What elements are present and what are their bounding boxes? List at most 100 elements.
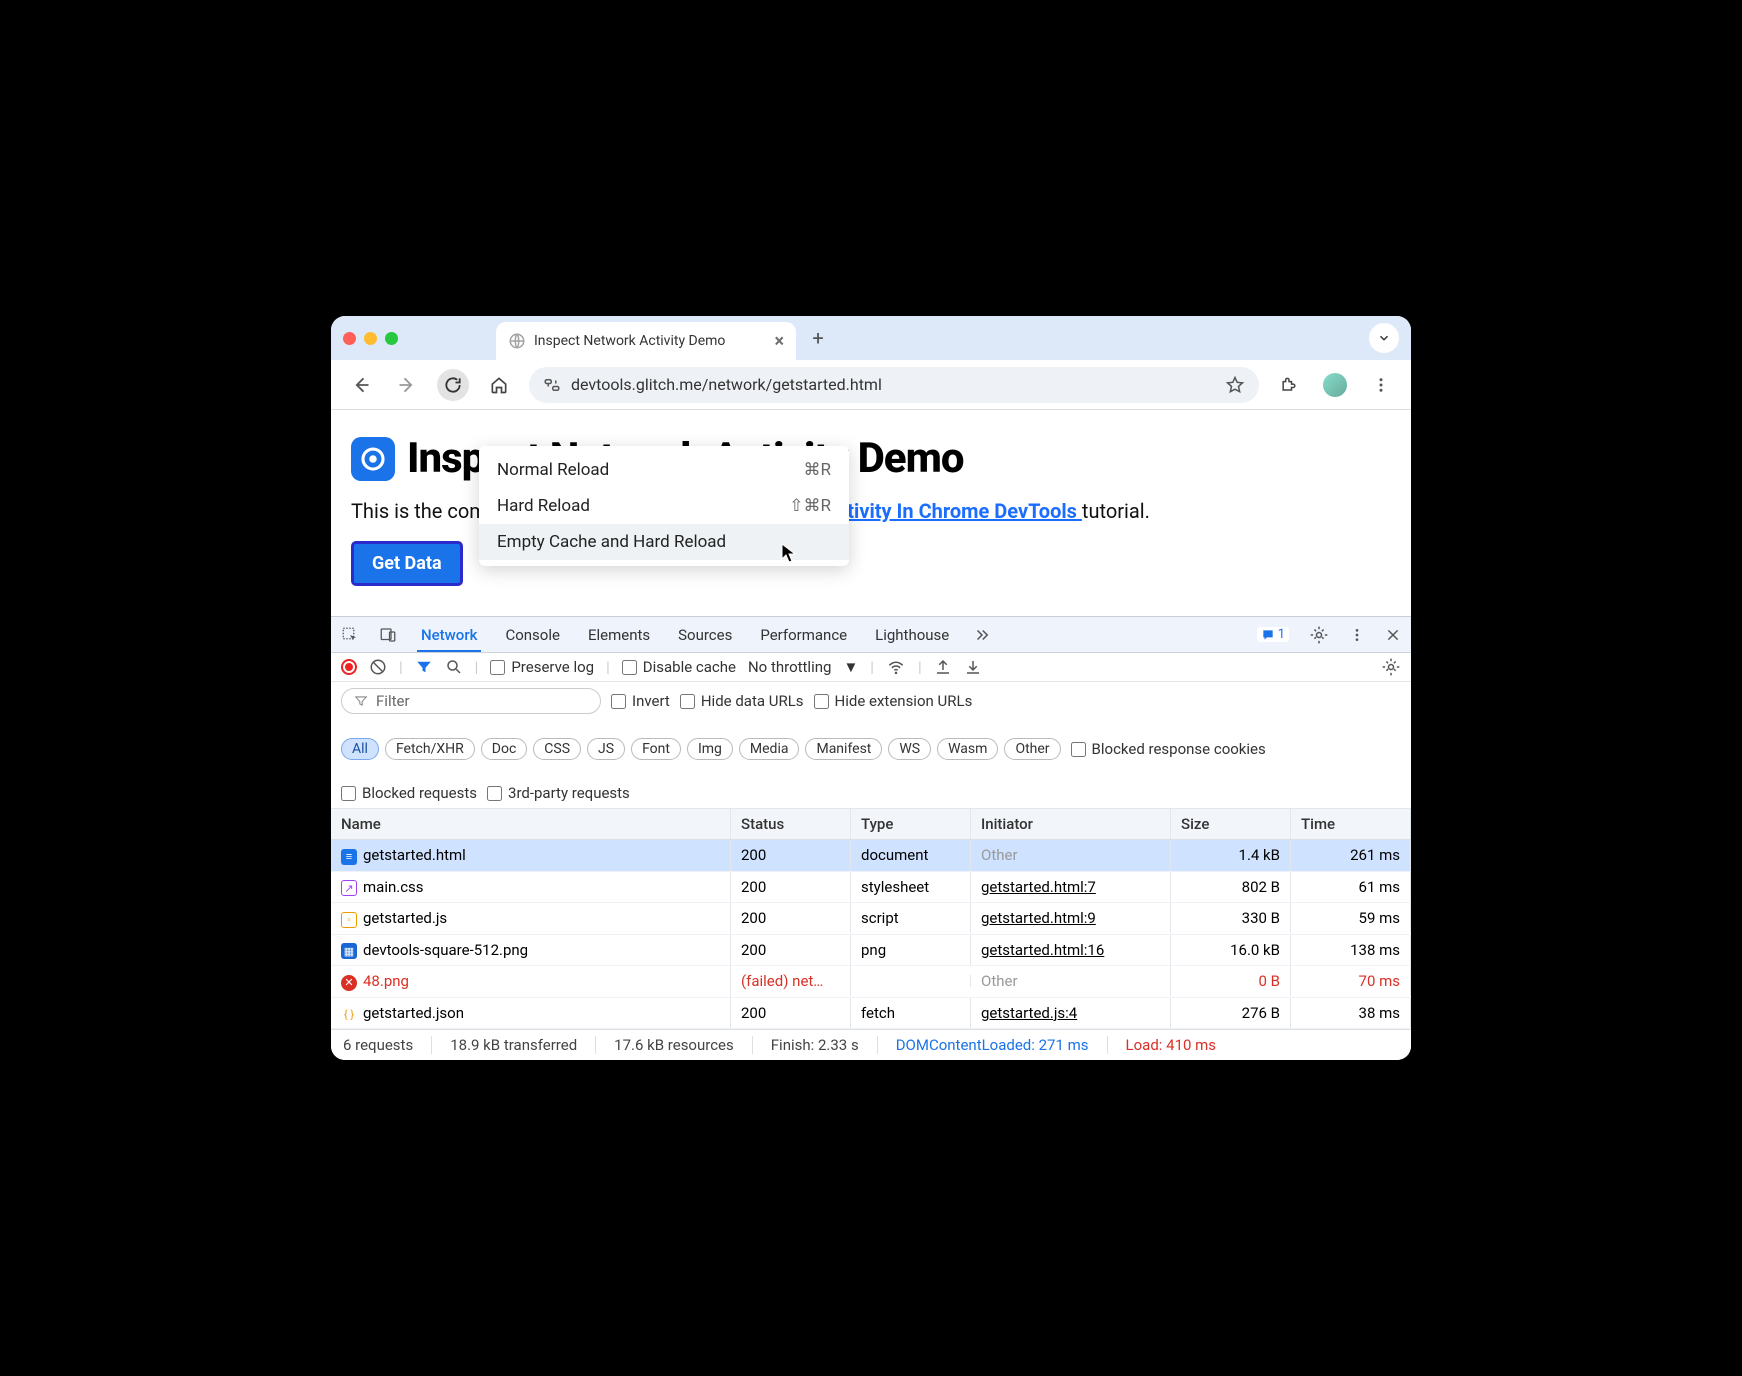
filter-toggle-button[interactable] [415,658,433,676]
forward-button[interactable] [391,369,423,401]
col-name[interactable]: Name [331,809,731,839]
issues-badge[interactable]: 1 [1257,627,1289,642]
import-har-button[interactable] [964,658,982,676]
back-button[interactable] [345,369,377,401]
new-tab-button[interactable]: + [804,324,832,352]
invert-checkbox[interactable]: Invert [611,692,670,710]
chip-doc[interactable]: Doc [481,738,528,760]
tab-lighthouse[interactable]: Lighthouse [871,626,953,644]
arrow-left-icon [351,375,371,395]
tab-close-button[interactable]: × [774,331,784,352]
resource-type-chips: All Fetch/XHR DocCSS JS Font Img MediaManifest… [341,738,1061,760]
chip-css[interactable]: CSS [533,738,581,760]
record-button[interactable] [341,659,357,675]
blocked-cookies-checkbox[interactable]: Blocked response cookies [1071,740,1266,758]
throttling-dropdown-arrow[interactable]: ▼ [843,658,858,676]
devtools-menu-button[interactable] [1349,627,1365,643]
cell-initiator[interactable]: Other [971,966,1171,996]
cell-time: 138 ms [1291,935,1411,965]
chip-manifest[interactable]: Manifest [805,738,882,760]
menu-item-normal-reload[interactable]: Normal Reload ⌘R [479,452,849,488]
reload-button[interactable] [437,369,469,401]
export-har-button[interactable] [934,658,952,676]
home-button[interactable] [483,369,515,401]
cell-initiator[interactable]: getstarted.html:16 [971,935,1171,965]
devtools-settings-button[interactable] [1309,625,1329,645]
col-initiator[interactable]: Initiator [971,809,1171,839]
more-tabs-button[interactable] [973,626,991,644]
table-row[interactable]: ↗main.css200stylesheetgetstarted.html:78… [331,872,1411,904]
file-icon: ✕ [341,972,357,991]
cell-initiator[interactable]: getstarted.html:7 [971,872,1171,902]
throttling-select[interactable]: No throttling [748,658,831,676]
inspect-element-button[interactable] [341,626,359,644]
chat-icon [1261,628,1275,642]
extensions-button[interactable] [1273,369,1305,401]
chip-fetchxhr[interactable]: Fetch/XHR [385,738,475,760]
hide-extension-urls-checkbox[interactable]: Hide extension URLs [814,692,973,710]
minimize-window-button[interactable] [364,332,377,345]
tab-elements[interactable]: Elements [584,626,654,644]
chip-js[interactable]: JS [587,738,625,760]
cell-status: 200 [731,998,851,1028]
table-row[interactable]: ≡getstarted.html200documentOther1.4 kB26… [331,840,1411,872]
tab-network[interactable]: Network [417,626,481,652]
puzzle-icon [1279,375,1299,395]
cell-initiator[interactable]: getstarted.html:9 [971,903,1171,933]
chip-all[interactable]: All [341,738,379,760]
table-row[interactable]: ▦devtools-square-512.png200pnggetstarted… [331,935,1411,967]
chip-img[interactable]: Img [687,738,733,760]
maximize-window-button[interactable] [385,332,398,345]
filter-input[interactable]: Filter [341,688,601,714]
col-size[interactable]: Size [1171,809,1291,839]
cell-initiator[interactable]: Other [971,840,1171,870]
search-button[interactable] [445,658,463,676]
more-vertical-icon [1349,627,1365,643]
network-settings-button[interactable] [1381,657,1401,677]
table-row[interactable]: { }getstarted.json200fetchgetstarted.js:… [331,998,1411,1030]
tab-sources[interactable]: Sources [674,626,736,644]
profile-button[interactable] [1319,369,1351,401]
table-row[interactable]: ✕48.png(failed) net…Other0 B70 ms [331,966,1411,998]
chip-other[interactable]: Other [1004,738,1060,760]
file-icon: { } [341,1004,357,1023]
devtools-close-button[interactable] [1385,627,1401,643]
close-window-button[interactable] [343,332,356,345]
status-resources: 17.6 kB resources [614,1036,753,1054]
table-row[interactable]: ◦getstarted.js200scriptgetstarted.html:9… [331,903,1411,935]
browser-tab[interactable]: Inspect Network Activity Demo × [496,322,796,360]
device-toolbar-button[interactable] [379,626,397,644]
network-requests-table: Name Status Type Initiator Size Time ≡ge… [331,809,1411,1029]
disable-cache-checkbox[interactable]: Disable cache [622,658,736,676]
file-name: 48.png [363,972,409,990]
chip-media[interactable]: Media [739,738,800,760]
chip-wasm[interactable]: Wasm [937,738,998,760]
cell-initiator[interactable]: getstarted.js:4 [971,998,1171,1028]
blocked-requests-checkbox[interactable]: Blocked requests [341,784,477,802]
menu-item-hard-reload[interactable]: Hard Reload ⇧⌘R [479,488,849,524]
col-time[interactable]: Time [1291,809,1411,839]
bookmark-star-icon[interactable] [1225,375,1245,395]
cell-size: 0 B [1171,966,1291,996]
network-conditions-button[interactable] [886,657,906,677]
third-party-checkbox[interactable]: 3rd-party requests [487,784,630,802]
tab-console[interactable]: Console [501,626,564,644]
preserve-log-checkbox[interactable]: Preserve log [490,658,594,676]
tab-performance[interactable]: Performance [756,626,851,644]
browser-menu-button[interactable] [1365,369,1397,401]
devtools-tabs: Network Console Elements Sources Perform… [331,617,1411,653]
hide-data-urls-checkbox[interactable]: Hide data URLs [680,692,804,710]
clear-button[interactable] [369,658,387,676]
file-name: main.css [363,878,424,896]
chip-font[interactable]: Font [631,738,681,760]
site-settings-icon[interactable] [543,376,561,394]
tabs-dropdown-button[interactable] [1369,323,1399,353]
col-status[interactable]: Status [731,809,851,839]
chip-ws[interactable]: WS [888,738,931,760]
devtools-panel: Network Console Elements Sources Perform… [331,616,1411,1060]
cell-time: 70 ms [1291,966,1411,996]
col-type[interactable]: Type [851,809,971,839]
get-data-button[interactable]: Get Data [351,541,463,586]
address-bar[interactable]: devtools.glitch.me/network/getstarted.ht… [529,367,1259,403]
funnel-icon [354,694,368,708]
